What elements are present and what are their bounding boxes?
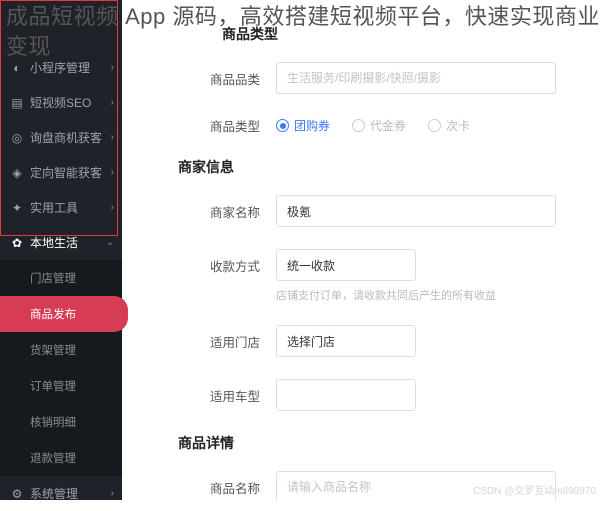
section-merchant-title: 商家信息 [178, 157, 578, 177]
local-icon: ✿ [10, 236, 24, 250]
section-detail-title: 商品详情 [178, 433, 578, 453]
collection-select[interactable] [276, 249, 416, 281]
chevron-right-icon: › [111, 62, 114, 73]
submenu-product-publish[interactable]: 商品发布 [0, 296, 128, 332]
chevron-right-icon: › [111, 97, 114, 108]
row-product-type: 商品类型 团购券 代金券 次卡 [178, 116, 578, 135]
sidebar-item-local-life[interactable]: ✿ 本地生活 ⌄ [0, 225, 122, 260]
category-select[interactable] [276, 62, 556, 94]
sidebar-item-tools[interactable]: ✦ 实用工具 › [0, 190, 122, 225]
submenu-verify-detail[interactable]: 核销明细 [0, 404, 122, 440]
submenu-order-mgmt[interactable]: 订单管理 [0, 368, 122, 404]
submenu-refund-mgmt[interactable]: 退款管理 [0, 440, 122, 476]
label-product-name: 商品名称 [178, 478, 260, 497]
chevron-down-icon: ⌄ [106, 237, 114, 248]
label-collection: 收款方式 [178, 256, 260, 275]
chevron-right-icon: › [111, 202, 114, 213]
store-select[interactable] [276, 325, 416, 357]
sidebar-item-system[interactable]: ⚙ 系统管理 › [0, 476, 122, 511]
sidebar-label: 小程序管理 [30, 59, 90, 76]
inquiry-icon: ◎ [10, 131, 24, 145]
row-merchant: 商家名称 [178, 195, 578, 227]
sidebar-item-miniapp[interactable]: ◐ 小程序管理 › [0, 50, 122, 85]
radio-label: 团购券 [294, 117, 330, 134]
sidebar-item-video-seo[interactable]: ▤ 短视频SEO › [0, 85, 122, 120]
submenu-shelf-mgmt[interactable]: 货架管理 [0, 332, 122, 368]
video-icon: ▤ [10, 96, 24, 110]
sidebar: ◐ 小程序管理 › ▤ 短视频SEO › ◎ 询盘商机获客 › ◈ 定向智能获客… [0, 0, 122, 500]
target-icon: ◈ [10, 166, 24, 180]
label-category: 商品品类 [178, 69, 260, 88]
row-car-type: 适用车型 [178, 379, 578, 411]
chevron-right-icon: › [111, 132, 114, 143]
radio-times-card[interactable]: 次卡 [428, 117, 470, 134]
label-product-type: 商品类型 [178, 116, 260, 135]
sidebar-item-inquiry[interactable]: ◎ 询盘商机获客 › [0, 120, 122, 155]
submenu-store-mgmt[interactable]: 门店管理 [0, 260, 122, 296]
car-type-select[interactable] [276, 379, 416, 411]
radio-icon [352, 119, 365, 132]
row-collection: 收款方式 [178, 249, 578, 281]
sidebar-label: 实用工具 [30, 199, 78, 216]
tools-icon: ✦ [10, 201, 24, 215]
sidebar-submenu: 门店管理 商品发布 货架管理 订单管理 核销明细 退款管理 [0, 260, 122, 476]
sidebar-label: 本地生活 [30, 234, 78, 251]
row-store: 适用门店 [178, 325, 578, 357]
sidebar-label: 短视频SEO [30, 94, 91, 111]
chevron-right-icon: › [111, 167, 114, 178]
radio-label: 次卡 [446, 117, 470, 134]
label-merchant: 商家名称 [178, 202, 260, 221]
product-type-radios: 团购券 代金券 次卡 [276, 117, 470, 134]
main-content: 商品类型 商品品类 商品类型 团购券 代金券 次卡 [122, 0, 602, 500]
radio-group-coupon[interactable]: 团购券 [276, 117, 330, 134]
settings-icon: ⚙ [10, 487, 24, 501]
watermark: CSDN @交罗互动m898970 [473, 482, 596, 497]
sidebar-label: 系统管理 [30, 485, 78, 502]
radio-voucher[interactable]: 代金券 [352, 117, 406, 134]
chevron-right-icon: › [111, 488, 114, 499]
radio-label: 代金券 [370, 117, 406, 134]
miniapp-icon: ◐ [10, 61, 24, 75]
sidebar-label: 定向智能获客 [30, 164, 102, 181]
sidebar-item-target[interactable]: ◈ 定向智能获客 › [0, 155, 122, 190]
label-car-type: 适用车型 [178, 386, 260, 405]
collection-hint: 店铺支付订单，请收款共同后产生的所有收益 [276, 287, 578, 303]
row-category: 商品品类 [178, 62, 578, 94]
sidebar-label: 询盘商机获客 [30, 129, 102, 146]
radio-icon [428, 119, 441, 132]
radio-icon [276, 119, 289, 132]
merchant-input[interactable] [276, 195, 556, 227]
section-product-type-title: 商品类型 [222, 24, 578, 44]
label-store: 适用门店 [178, 332, 260, 351]
